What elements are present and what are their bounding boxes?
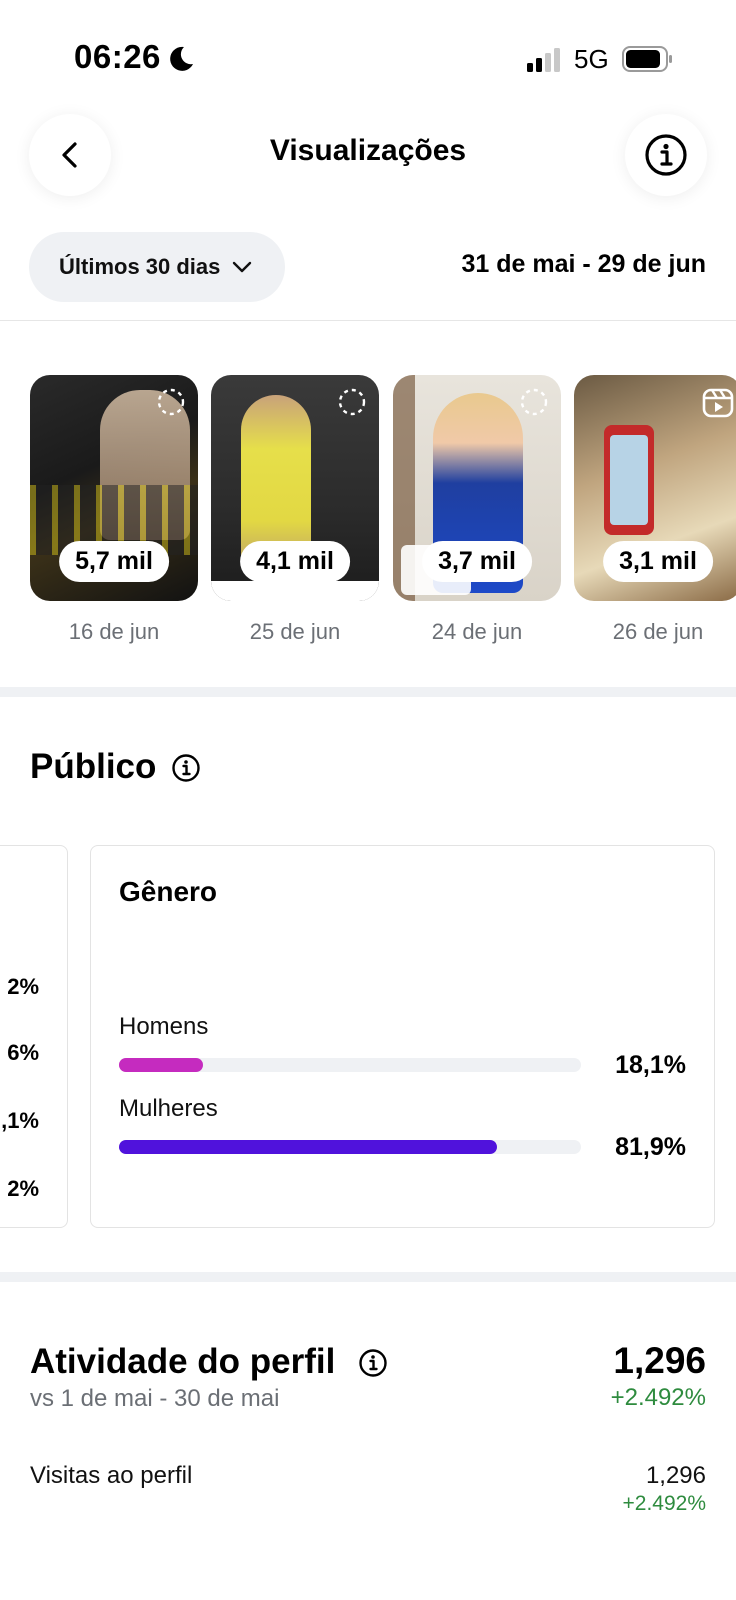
moon-icon [170, 46, 193, 71]
gender-card[interactable]: Gênero Homens 18,1% Mulheres 81,9% [90, 845, 715, 1228]
story-item[interactable]: 3,7 mil 24 de jun [393, 375, 561, 645]
profile-visits-change: +2.492% [622, 1492, 707, 1515]
info-icon [645, 134, 687, 176]
loading-icon [520, 388, 548, 416]
percent-value: ,1% [1, 1108, 39, 1133]
info-icon[interactable] [358, 1348, 388, 1378]
bar-fill-women [119, 1140, 498, 1154]
bar-fill-men [119, 1058, 203, 1072]
story-views: 3,7 mil [422, 541, 532, 582]
story-date: 24 de jun [431, 619, 523, 644]
status-bar: 06:26 5G [0, 0, 736, 110]
percent-value: 2% [7, 1176, 39, 1201]
profile-visits-value: 1,296 [645, 1462, 706, 1489]
story-thumbnail[interactable]: 5,7 mil [30, 375, 198, 601]
bar-track-men [119, 1058, 581, 1072]
bar-value-men: 18,1% [615, 1051, 686, 1079]
header: Visualizações [0, 110, 736, 220]
activity-title: Atividade do perfil [30, 1342, 336, 1381]
loading-icon [338, 388, 366, 416]
activity-total: 1,296 [613, 1340, 706, 1381]
percent-value: 2% [7, 974, 39, 999]
story-thumbnail[interactable]: 3,7 mil [393, 375, 561, 601]
signal-icon [527, 48, 560, 72]
story-date: 26 de jun [612, 619, 704, 644]
loading-icon [157, 388, 185, 416]
info-button[interactable] [625, 114, 707, 196]
date-range: 31 de mai - 29 de jun [461, 250, 706, 278]
reel-icon [702, 388, 734, 418]
story-item[interactable]: 3,1 mil 26 de jun [574, 375, 736, 645]
info-icon[interactable] [171, 753, 201, 783]
story-item[interactable]: 4,1 mil 25 de jun [211, 375, 379, 645]
story-thumbnail[interactable]: 4,1 mil [211, 375, 379, 601]
story-views: 3,1 mil [603, 541, 713, 582]
network-label: 5G [574, 44, 609, 74]
activity-change: +2.492% [610, 1384, 706, 1411]
story-date: 16 de jun [68, 619, 160, 644]
status-time: 06:26 [74, 38, 161, 75]
audience-card-partial[interactable]: 2% 6% ,1% 2% [0, 845, 68, 1228]
section-divider [0, 1272, 736, 1282]
story-date: 25 de jun [249, 619, 341, 644]
period-label: Últimos 30 dias [59, 254, 221, 279]
percent-value: 6% [7, 1040, 39, 1065]
gender-title: Gênero [119, 876, 218, 907]
chevron-down-icon [233, 261, 252, 273]
audience-title: Público [30, 747, 157, 786]
story-thumbnail[interactable]: 3,1 mil [574, 375, 736, 601]
divider [0, 320, 736, 321]
stories-row: 5,7 mil 16 de jun 4,1 mil 25 de jun 3,7 … [0, 375, 736, 655]
bar-value-women: 81,9% [615, 1133, 686, 1161]
bar-label-women: Mulheres [119, 1095, 218, 1122]
story-views: 5,7 mil [59, 541, 169, 582]
story-item[interactable]: 5,7 mil 16 de jun [30, 375, 198, 645]
section-divider [0, 687, 736, 697]
activity-comparison: vs 1 de mai - 30 de mai [30, 1385, 280, 1412]
bar-track-women [119, 1140, 581, 1154]
battery-icon [622, 46, 672, 72]
period-dropdown[interactable]: Últimos 30 dias [29, 232, 285, 302]
bar-label-men: Homens [119, 1013, 209, 1040]
story-views: 4,1 mil [240, 541, 350, 582]
profile-visits-label: Visitas ao perfil [30, 1462, 193, 1489]
